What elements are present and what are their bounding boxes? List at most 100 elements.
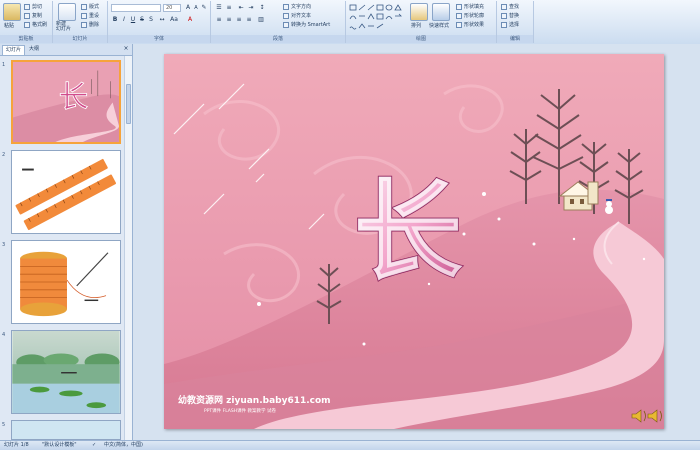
replace-button[interactable]: 替换 — [501, 12, 519, 19]
underline-icon[interactable]: U — [129, 16, 137, 24]
thumbnail-2-preview — [12, 151, 120, 233]
slides-panel: 幻灯片 大纲 × 1 长 2 3 4 5 — [0, 44, 133, 440]
slide-thumbnail-5[interactable] — [11, 420, 121, 440]
bold-icon[interactable]: B — [111, 16, 119, 24]
decrease-indent-icon[interactable]: ⇤ — [237, 4, 245, 12]
find-icon — [501, 3, 507, 10]
justify-icon[interactable]: ≡ — [245, 16, 253, 24]
font-size-field[interactable]: 20 — [163, 4, 181, 12]
slide-number: 1 — [2, 62, 6, 68]
shapes-gallery[interactable] — [348, 3, 406, 33]
thumbnail-character: 长 — [59, 80, 89, 115]
bullets-icon[interactable]: ☰ — [215, 4, 223, 12]
quick-styles-label: 快速样式 — [429, 23, 450, 29]
align-center-icon[interactable]: ≡ — [225, 16, 233, 24]
format-painter-button[interactable]: 格式刷 — [24, 21, 47, 28]
cut-button[interactable]: 剪切 — [24, 3, 42, 10]
line-spacing-icon[interactable]: ↕ — [258, 4, 266, 12]
panel-scrollbar[interactable] — [124, 56, 132, 440]
select-label: 选择 — [509, 22, 520, 28]
grow-font-icon[interactable]: A — [184, 4, 192, 12]
slide-number: 3 — [2, 242, 6, 248]
numbering-icon[interactable]: ≡ — [225, 4, 233, 12]
align-left-icon[interactable]: ≡ — [215, 16, 223, 24]
slide-thumbnail-1[interactable]: 长 — [11, 60, 121, 144]
website-watermark: 幼教资源网 ziyuan.baby611.com — [178, 394, 331, 406]
thumbnail-4-preview — [12, 331, 120, 413]
slide-thumbnail-4[interactable] — [11, 330, 121, 414]
scrollbar-thumb[interactable] — [126, 84, 131, 124]
slide-thumbnail-3[interactable] — [11, 240, 121, 324]
format-painter-label: 格式刷 — [32, 22, 48, 28]
spacing-icon[interactable]: ↔ — [158, 16, 166, 24]
font-name-field[interactable] — [111, 4, 161, 12]
copy-button[interactable]: 复制 — [24, 12, 42, 19]
slides-group-label: 幻灯片 — [53, 35, 107, 43]
shape-effects-button[interactable]: 形状效果 — [456, 21, 484, 28]
reset-button[interactable]: 重设 — [81, 12, 99, 19]
reset-label: 重设 — [89, 13, 100, 19]
new-slide-icon[interactable] — [58, 3, 76, 21]
copy-label: 复制 — [32, 13, 43, 19]
italic-icon[interactable]: I — [120, 16, 128, 24]
change-case-icon[interactable]: Aa — [170, 16, 178, 24]
text-direction-button[interactable]: 文字方向 — [283, 3, 311, 10]
shape-fill-label: 形状填充 — [464, 4, 485, 10]
font-group: 20 A A ✎ B I U S S ↔ Aa A 字体 — [108, 1, 211, 43]
select-button[interactable]: 选择 — [501, 21, 519, 28]
find-label: 查找 — [509, 4, 520, 10]
clear-format-icon[interactable]: ✎ — [200, 4, 208, 12]
find-button[interactable]: 查找 — [501, 3, 519, 10]
shadow-icon[interactable]: S — [147, 16, 155, 24]
delete-icon — [81, 21, 87, 28]
shape-fill-button[interactable]: 形状填充 — [456, 3, 484, 10]
thumbnail-3-preview — [12, 241, 120, 323]
align-right-icon[interactable]: ≡ — [235, 16, 243, 24]
convert-smartart-button[interactable]: 转换为 SmartArt — [283, 21, 330, 28]
font-color-icon[interactable]: A — [186, 16, 194, 24]
new-slide-button[interactable]: 新建 幻灯片 — [56, 22, 71, 32]
close-panel-icon[interactable]: × — [122, 45, 130, 53]
ribbon: 粘贴 剪切 复制 格式刷 剪贴板 新建 幻灯片 版式 重设 删除 幻灯片 20 … — [0, 0, 700, 45]
shape-outline-label: 形状轮廓 — [464, 13, 485, 19]
quick-styles-button[interactable]: 快速样式 — [429, 22, 449, 29]
convert-smartart-label: 转换为 SmartArt — [291, 22, 331, 28]
paragraph-group: ☰ ≡ ⇤ ⇥ ↕ ≡ ≡ ≡ ≡ ▥ 文字方向 对齐文本 转换为 SmartA… — [211, 1, 346, 43]
cut-icon — [24, 3, 30, 10]
arrange-icon[interactable] — [410, 3, 428, 21]
shape-effects-icon — [456, 21, 462, 28]
copy-icon — [24, 12, 30, 19]
arrange-label: 排列 — [411, 23, 422, 29]
strikethrough-icon[interactable]: S — [138, 16, 146, 24]
drawing-group-label: 绘图 — [346, 35, 496, 43]
delete-slide-button[interactable]: 删除 — [81, 21, 99, 28]
increase-indent-icon[interactable]: ⇥ — [247, 4, 255, 12]
slide-number: 5 — [2, 422, 6, 428]
arrange-button[interactable]: 排列 — [411, 22, 421, 29]
font-group-label: 字体 — [108, 35, 210, 43]
columns-icon[interactable]: ▥ — [257, 16, 265, 24]
layout-button[interactable]: 版式 — [81, 3, 99, 10]
slide-editing-area: 长 长 幼教资源网 ziyuan.baby611.com PPT课件 FLASH… — [133, 44, 700, 440]
shrink-font-icon[interactable]: A — [192, 4, 200, 12]
paste-icon[interactable] — [3, 3, 21, 21]
current-slide[interactable]: 长 长 幼教资源网 ziyuan.baby611.com PPT课件 FLASH… — [164, 54, 664, 429]
slide-thumbnail-2[interactable] — [11, 150, 121, 234]
text-direction-icon — [283, 3, 289, 10]
tab-slides[interactable]: 幻灯片 — [2, 45, 26, 55]
shape-outline-button[interactable]: 形状轮廓 — [456, 12, 484, 19]
editing-group: 查找 替换 选择 编辑 — [497, 1, 534, 43]
slide-canvas: 长 长 幼教资源网 ziyuan.baby611.com PPT课件 FLASH… — [164, 54, 664, 429]
quick-styles-icon[interactable] — [432, 3, 450, 21]
font-size-value: 20 — [166, 5, 173, 11]
new-slide-label: 新建 幻灯片 — [56, 21, 72, 32]
replace-label: 替换 — [509, 13, 520, 19]
align-text-label: 对齐文本 — [291, 13, 312, 19]
replace-icon — [501, 12, 507, 19]
align-text-button[interactable]: 对齐文本 — [283, 12, 311, 19]
paste-button[interactable]: 粘贴 — [4, 22, 14, 29]
clipboard-group: 粘贴 剪切 复制 格式刷 剪贴板 — [0, 1, 53, 43]
editing-group-label: 编辑 — [497, 35, 533, 43]
shape-outline-icon — [456, 12, 462, 19]
tab-outline[interactable]: 大纲 — [26, 45, 42, 54]
